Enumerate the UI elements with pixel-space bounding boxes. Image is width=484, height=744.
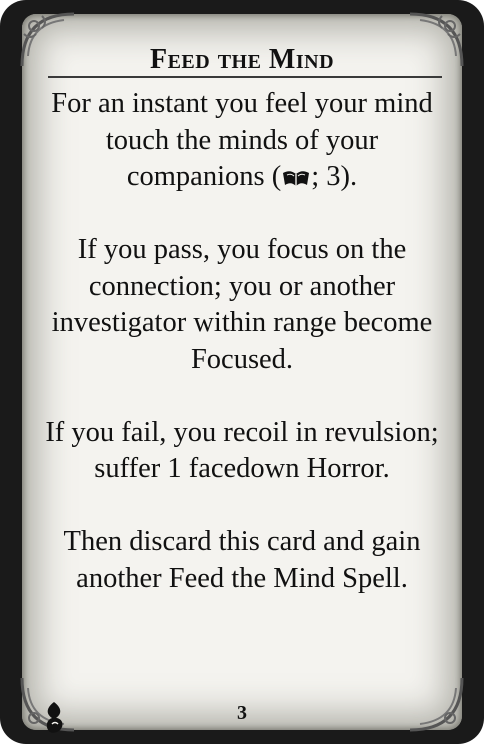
lore-book-icon bbox=[283, 171, 310, 186]
card-title: Feed the Mind bbox=[149, 44, 335, 75]
intro-text-end: ; 3). bbox=[311, 161, 358, 192]
intro-text-start: For an instant you feel your mind touch … bbox=[51, 88, 433, 192]
title-divider bbox=[48, 76, 442, 78]
spell-card: Feed the Mind For an instant you feel yo… bbox=[0, 0, 484, 744]
card-body: For an instant you feel your mind touch … bbox=[40, 86, 444, 634]
card-paragraph-fail: If you fail, you recoil in revulsion; su… bbox=[45, 416, 439, 485]
card-paragraph-pass: If you pass, you focus on the connection… bbox=[51, 234, 433, 375]
card-paragraph-intro: For an instant you feel your mind touch … bbox=[40, 86, 444, 196]
card-number: 3 bbox=[237, 702, 247, 724]
card-paragraph-discard: Then discard this card and gain another … bbox=[63, 526, 421, 594]
